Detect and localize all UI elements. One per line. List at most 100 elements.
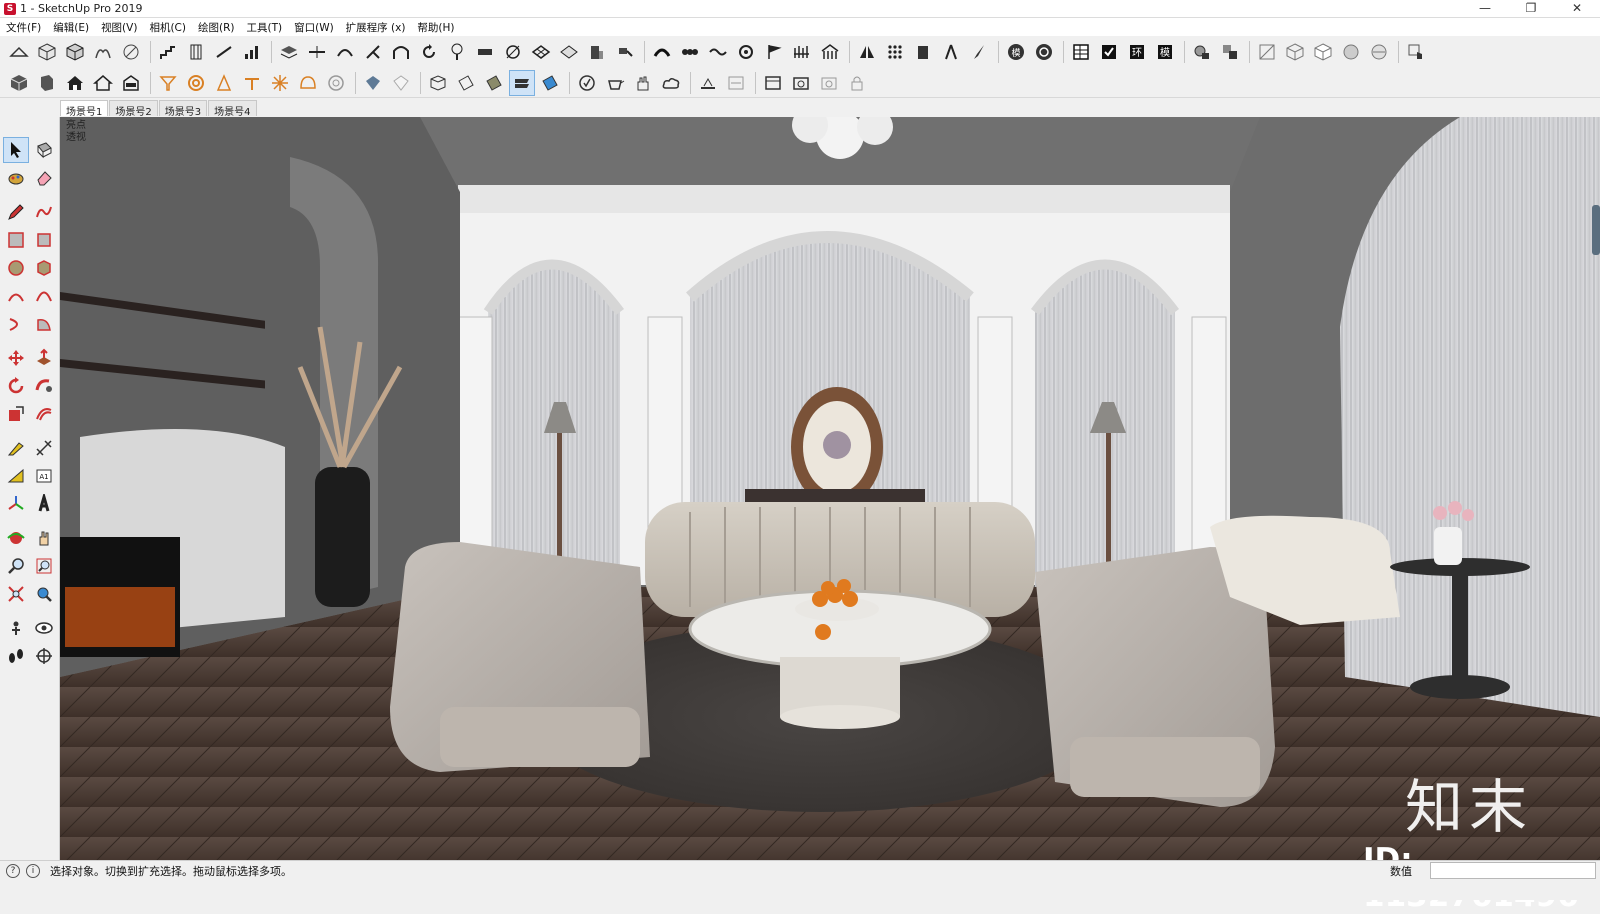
shape-funnel-icon[interactable] <box>155 70 181 96</box>
slab-tool-icon[interactable] <box>472 39 498 65</box>
textured-view-icon[interactable] <box>1366 39 1392 65</box>
scene-tab-3[interactable]: 场景号3 <box>158 100 208 118</box>
position-camera-icon[interactable] <box>3 615 29 641</box>
push-pull-icon[interactable] <box>31 345 57 371</box>
zoom-tool-icon[interactable] <box>3 553 29 579</box>
section-tool-icon[interactable] <box>425 70 451 96</box>
house-outline-icon[interactable] <box>90 70 116 96</box>
menu-view[interactable]: 视图(V) <box>95 20 143 35</box>
paint-tool-icon[interactable] <box>612 39 638 65</box>
info-status-icon[interactable]: i <box>26 863 40 878</box>
offset-tool-icon[interactable] <box>31 401 57 427</box>
solid-face-icon[interactable] <box>481 70 507 96</box>
arch-tool-icon[interactable] <box>388 39 414 65</box>
column-icon[interactable] <box>183 39 209 65</box>
node-tool-icon[interactable] <box>500 39 526 65</box>
shadow-tool-icon[interactable] <box>695 70 721 96</box>
grid-tool-icon[interactable] <box>528 39 554 65</box>
pie-tool-icon[interactable] <box>31 311 57 337</box>
walk-tool-icon[interactable] <box>3 643 29 669</box>
branch-tool-icon[interactable] <box>360 39 386 65</box>
rotate-tool-icon[interactable] <box>416 39 442 65</box>
model-tool-icon[interactable]: 模 <box>1152 39 1178 65</box>
scene-tab-1[interactable]: 场景号1 <box>60 100 109 118</box>
window-tool-icon[interactable] <box>760 70 786 96</box>
home-camera-icon[interactable] <box>62 70 88 96</box>
xray-view-icon[interactable] <box>1254 39 1280 65</box>
hand-tool-icon[interactable] <box>630 70 656 96</box>
axes-tool-icon[interactable] <box>3 491 29 517</box>
hand-pointer-icon[interactable] <box>1403 39 1429 65</box>
face-outline-icon[interactable] <box>388 70 414 96</box>
select-tool-icon[interactable] <box>3 137 29 163</box>
shape-dome-icon[interactable] <box>295 70 321 96</box>
layered-face-icon[interactable] <box>509 69 535 96</box>
wave-tool-icon[interactable] <box>705 39 731 65</box>
stairs-icon[interactable] <box>155 39 181 65</box>
group-tool-icon[interactable] <box>1217 39 1243 65</box>
checkbox-tool-icon[interactable] <box>1096 39 1122 65</box>
orbit-tool-icon[interactable] <box>3 525 29 551</box>
three-point-arc-icon[interactable] <box>3 311 29 337</box>
eraser-icon[interactable] <box>31 165 57 191</box>
model-button-icon[interactable]: 模 <box>1003 39 1029 65</box>
array-tool-icon[interactable] <box>882 39 908 65</box>
minimize-button[interactable]: — <box>1462 0 1508 18</box>
two-point-arc-icon[interactable] <box>31 283 57 309</box>
shape-table-icon[interactable] <box>239 70 265 96</box>
cloud-icon[interactable] <box>658 70 684 96</box>
look-around-icon[interactable] <box>31 615 57 641</box>
front-camera-icon[interactable] <box>34 70 60 96</box>
menu-camera[interactable]: 相机(C) <box>143 20 192 35</box>
box-view-icon[interactable] <box>62 39 88 65</box>
menu-tools[interactable]: 工具(T) <box>240 20 288 35</box>
freehand-tool-icon[interactable] <box>31 199 57 225</box>
pan-tool-icon[interactable] <box>31 525 57 551</box>
chain-tool-icon[interactable] <box>677 39 703 65</box>
protractor-icon[interactable] <box>3 463 29 489</box>
paint-bucket-icon[interactable] <box>3 165 29 191</box>
geolocation-status-icon[interactable]: ? <box>6 863 20 878</box>
compass-tool-icon[interactable] <box>938 39 964 65</box>
measurements-input[interactable] <box>1430 862 1596 879</box>
menu-edit[interactable]: 编辑(E) <box>47 20 95 35</box>
close-button[interactable]: ✕ <box>1554 0 1600 18</box>
scale-tool-icon[interactable] <box>3 401 29 427</box>
circle-tool-icon[interactable] <box>3 255 29 281</box>
maximize-button[interactable]: ❐ <box>1508 0 1554 18</box>
extrude-tool-icon[interactable] <box>910 39 936 65</box>
model-viewport[interactable] <box>60 117 1600 860</box>
dimension-tool-icon[interactable] <box>31 435 57 461</box>
curve-tool-icon[interactable] <box>332 39 358 65</box>
wireframe-view-icon[interactable] <box>1282 39 1308 65</box>
face-style-icon[interactable] <box>360 70 386 96</box>
polygon-tool-icon[interactable] <box>31 255 57 281</box>
check-circle-icon[interactable] <box>574 70 600 96</box>
shape-ring-icon[interactable] <box>183 70 209 96</box>
menu-window[interactable]: 窗口(W) <box>288 20 340 35</box>
plane-tool-icon[interactable] <box>453 70 479 96</box>
zoom-window-icon[interactable] <box>31 553 57 579</box>
fence-tool-icon[interactable] <box>789 39 815 65</box>
refresh-button-icon[interactable] <box>1031 39 1057 65</box>
camera-tool-icon[interactable] <box>788 70 814 96</box>
shape-cone-icon[interactable] <box>211 70 237 96</box>
iso-view-icon[interactable] <box>34 39 60 65</box>
section-plane-icon[interactable] <box>31 643 57 669</box>
component-tool-icon[interactable] <box>1189 39 1215 65</box>
fog-tool-icon[interactable] <box>723 70 749 96</box>
photo-tool-icon[interactable] <box>816 70 842 96</box>
scene-tab-2[interactable]: 场景号2 <box>109 100 158 118</box>
menu-help[interactable]: 帮助(H) <box>411 20 460 35</box>
lock-tool-icon[interactable] <box>844 70 870 96</box>
rotated-rect-icon[interactable] <box>31 227 57 253</box>
teapot-icon[interactable] <box>602 70 628 96</box>
brush-tool-icon[interactable] <box>966 39 992 65</box>
move-tool-icon[interactable] <box>3 345 29 371</box>
follow-me-icon[interactable] <box>31 373 57 399</box>
dome-tool-icon[interactable] <box>649 39 675 65</box>
tape-measure-icon[interactable] <box>3 435 29 461</box>
iso-camera-icon[interactable] <box>6 70 32 96</box>
environment-tool-icon[interactable]: 环 <box>1124 39 1150 65</box>
pencil-tool-icon[interactable] <box>3 199 29 225</box>
